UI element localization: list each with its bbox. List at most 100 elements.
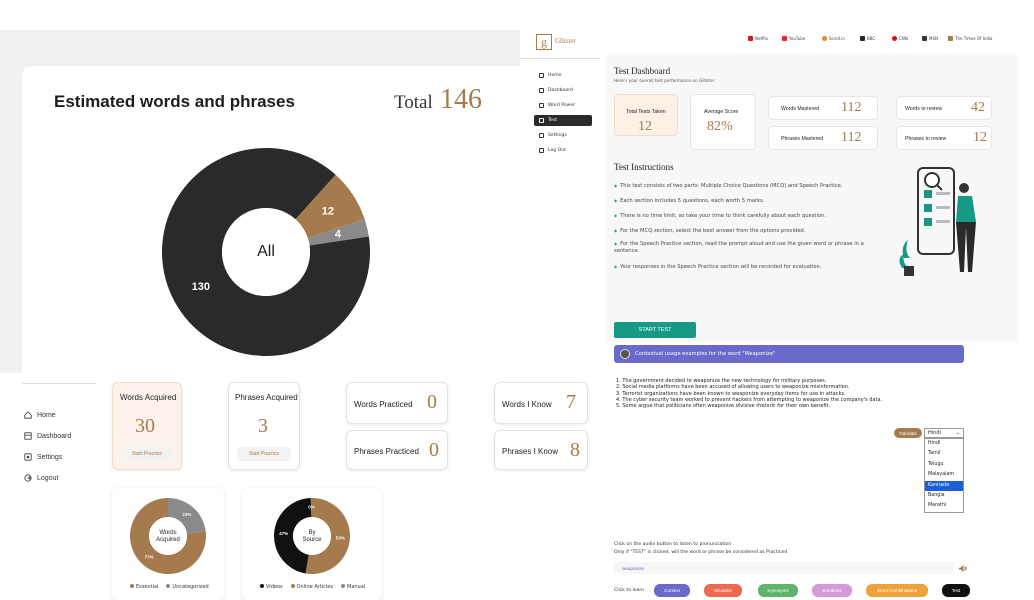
- sidebar-item-settings[interactable]: Settings: [24, 453, 62, 461]
- total-tests-card: Total Tests Taken 12: [614, 94, 678, 136]
- nav-link-bbc[interactable]: BBC: [860, 36, 875, 41]
- sidebar-item-dashboard[interactable]: Dashboard: [24, 432, 71, 440]
- phrases-i-know-card: Phrases I Know 8: [494, 430, 588, 470]
- nav-link-youtube[interactable]: YouTube: [782, 36, 805, 41]
- collage-root: Estimated words and phrases Total 146 12…: [0, 0, 1034, 600]
- nav-link-netflix[interactable]: Netflix: [748, 36, 768, 41]
- netflix-icon: [748, 36, 753, 41]
- language-option[interactable]: Malayalam: [925, 470, 963, 480]
- word-input[interactable]: [614, 562, 954, 574]
- donut-slice-label: 130: [192, 281, 210, 293]
- start-practice-button[interactable]: Start Practice: [121, 447, 173, 461]
- nav-link-scroll[interactable]: Scroll.in: [822, 36, 845, 41]
- logout-icon: [24, 474, 32, 482]
- chevron-down-icon: ⌄: [955, 430, 960, 436]
- learn-context-button[interactable]: Context: [654, 584, 690, 597]
- learn-emotions-button[interactable]: Emotions: [812, 584, 852, 597]
- card-value: 12: [638, 119, 652, 134]
- home-icon: [539, 73, 544, 78]
- donut-center-label: Source: [302, 537, 322, 543]
- instruction-item: For the Speech Practice section, read th…: [614, 240, 884, 255]
- donut-slice-label: 12: [322, 205, 334, 217]
- nav-link-label: YouTube: [789, 36, 806, 41]
- audio-mute-icon[interactable]: [958, 564, 967, 573]
- sidebar-item-label: Logout: [37, 474, 59, 482]
- test-sidebar-item-dashboard[interactable]: Dashboard: [534, 85, 592, 96]
- learn-situation-button[interactable]: Situation: [704, 584, 742, 597]
- donut-hole: [293, 517, 331, 555]
- card-value: 82%: [707, 119, 733, 134]
- legend-label: Uncategorized: [172, 584, 209, 590]
- nav-link-times-of-india[interactable]: The Times Of India: [948, 36, 993, 41]
- avatar: [620, 349, 630, 359]
- estimate-title: Estimated words and phrases: [54, 92, 295, 111]
- card-value: 30: [135, 415, 155, 437]
- sidebar-item-logout[interactable]: Logout: [24, 474, 58, 482]
- scroll-icon: [822, 36, 827, 41]
- sidebar-item-label: Dashboard: [37, 432, 72, 440]
- instruction-item: There is no time limit, so take your tim…: [614, 212, 884, 220]
- estimate-total-value: 146: [440, 84, 482, 115]
- test-sidebar-item-test[interactable]: Test: [534, 115, 592, 126]
- nav-link-cnn[interactable]: CNN: [892, 36, 908, 41]
- learn-synonyms-button[interactable]: Synonyms: [758, 584, 798, 597]
- language-option[interactable]: Bangla: [925, 491, 963, 501]
- language-select[interactable]: Hindi ⌄: [924, 428, 964, 438]
- donut-hole: [149, 517, 187, 555]
- card-value: 112: [841, 100, 862, 115]
- legend-dot: [290, 584, 295, 588]
- usage-header: Contextual usage examples for the word "…: [614, 345, 964, 363]
- card-label: Average Score: [704, 109, 739, 115]
- instruction-item: Your responses in the Speech Practice se…: [614, 263, 884, 271]
- phrases-to-review-card: Phrases to review 12: [896, 126, 992, 150]
- legend-label: Online Articles: [296, 584, 333, 590]
- usage-header-text: Contextual usage examples for the word "…: [635, 351, 776, 357]
- settings-icon: [24, 453, 32, 461]
- donut-slice-label: 47%: [279, 531, 288, 536]
- test-icon: [539, 118, 544, 123]
- words-acquired-donut-card: 77% 23% Words Acquired Essential Uncategori…: [112, 488, 224, 600]
- card-label: Phrases Practiced: [354, 447, 419, 456]
- translate-button[interactable]: Translate: [894, 428, 922, 438]
- language-option[interactable]: Marathi: [925, 501, 963, 511]
- card-label: Phrases Mastered: [781, 136, 824, 142]
- card-value: 42: [971, 100, 985, 115]
- estimate-total-label: Total: [394, 92, 433, 113]
- legend-label: Manual: [347, 584, 366, 590]
- by-source-donut-card: 53% 47% 0% By Source Videos Online Articles …: [242, 488, 382, 600]
- sidebar-item-label: Settings: [548, 133, 567, 138]
- sidebar-item-label: Home: [548, 73, 562, 78]
- divider: [22, 383, 96, 384]
- language-option-highlighted[interactable]: Kannada: [925, 480, 963, 491]
- card-value: 0: [427, 391, 437, 413]
- learn-word-combinations-button[interactable]: Word Combinations: [866, 584, 928, 597]
- card-label: Words I Know: [502, 400, 552, 409]
- estimate-card: Estimated words and phrases Total 146 12…: [22, 66, 520, 378]
- card-value: 112: [841, 130, 862, 145]
- test-sidebar-item-home[interactable]: Home: [534, 70, 592, 81]
- donut-center-label: By: [308, 530, 315, 536]
- estimate-donut-chart: 124 130 All: [162, 148, 370, 356]
- nav-link-msn[interactable]: MSN: [922, 36, 938, 41]
- donut-center-label: Acquired: [156, 537, 180, 543]
- language-option[interactable]: Telugu: [925, 460, 963, 470]
- test-sidebar-item-word-power[interactable]: Word Power: [534, 100, 592, 111]
- phrases-practiced-card: Phrases Practiced 0: [346, 430, 448, 470]
- average-score-card: Average Score 82%: [690, 94, 756, 150]
- start-test-button[interactable]: START TEST: [614, 322, 696, 338]
- language-option[interactable]: Tamil: [925, 449, 963, 459]
- start-practice-button[interactable]: Start Practice: [237, 447, 291, 461]
- card-label: Total Tests Taken: [626, 109, 666, 115]
- legend-dot: [130, 584, 134, 588]
- language-option[interactable]: Hindi: [925, 439, 963, 449]
- dashboard-panel: Home Dashboard Settings Logout Words Acq…: [0, 373, 598, 600]
- divider: [520, 58, 600, 59]
- test-sidebar-item-settings[interactable]: Settings: [534, 130, 592, 141]
- msn-icon: [922, 36, 927, 41]
- sidebar-item-home[interactable]: Home: [24, 411, 56, 419]
- learn-test-button[interactable]: Test: [942, 584, 970, 597]
- words-i-know-card: Words I Know 7: [494, 382, 588, 424]
- test-sidebar-item-logout[interactable]: Log Out: [534, 145, 592, 156]
- words-practiced-card: Words Practiced 0: [346, 382, 448, 424]
- sidebar-item-label: Test: [548, 118, 558, 123]
